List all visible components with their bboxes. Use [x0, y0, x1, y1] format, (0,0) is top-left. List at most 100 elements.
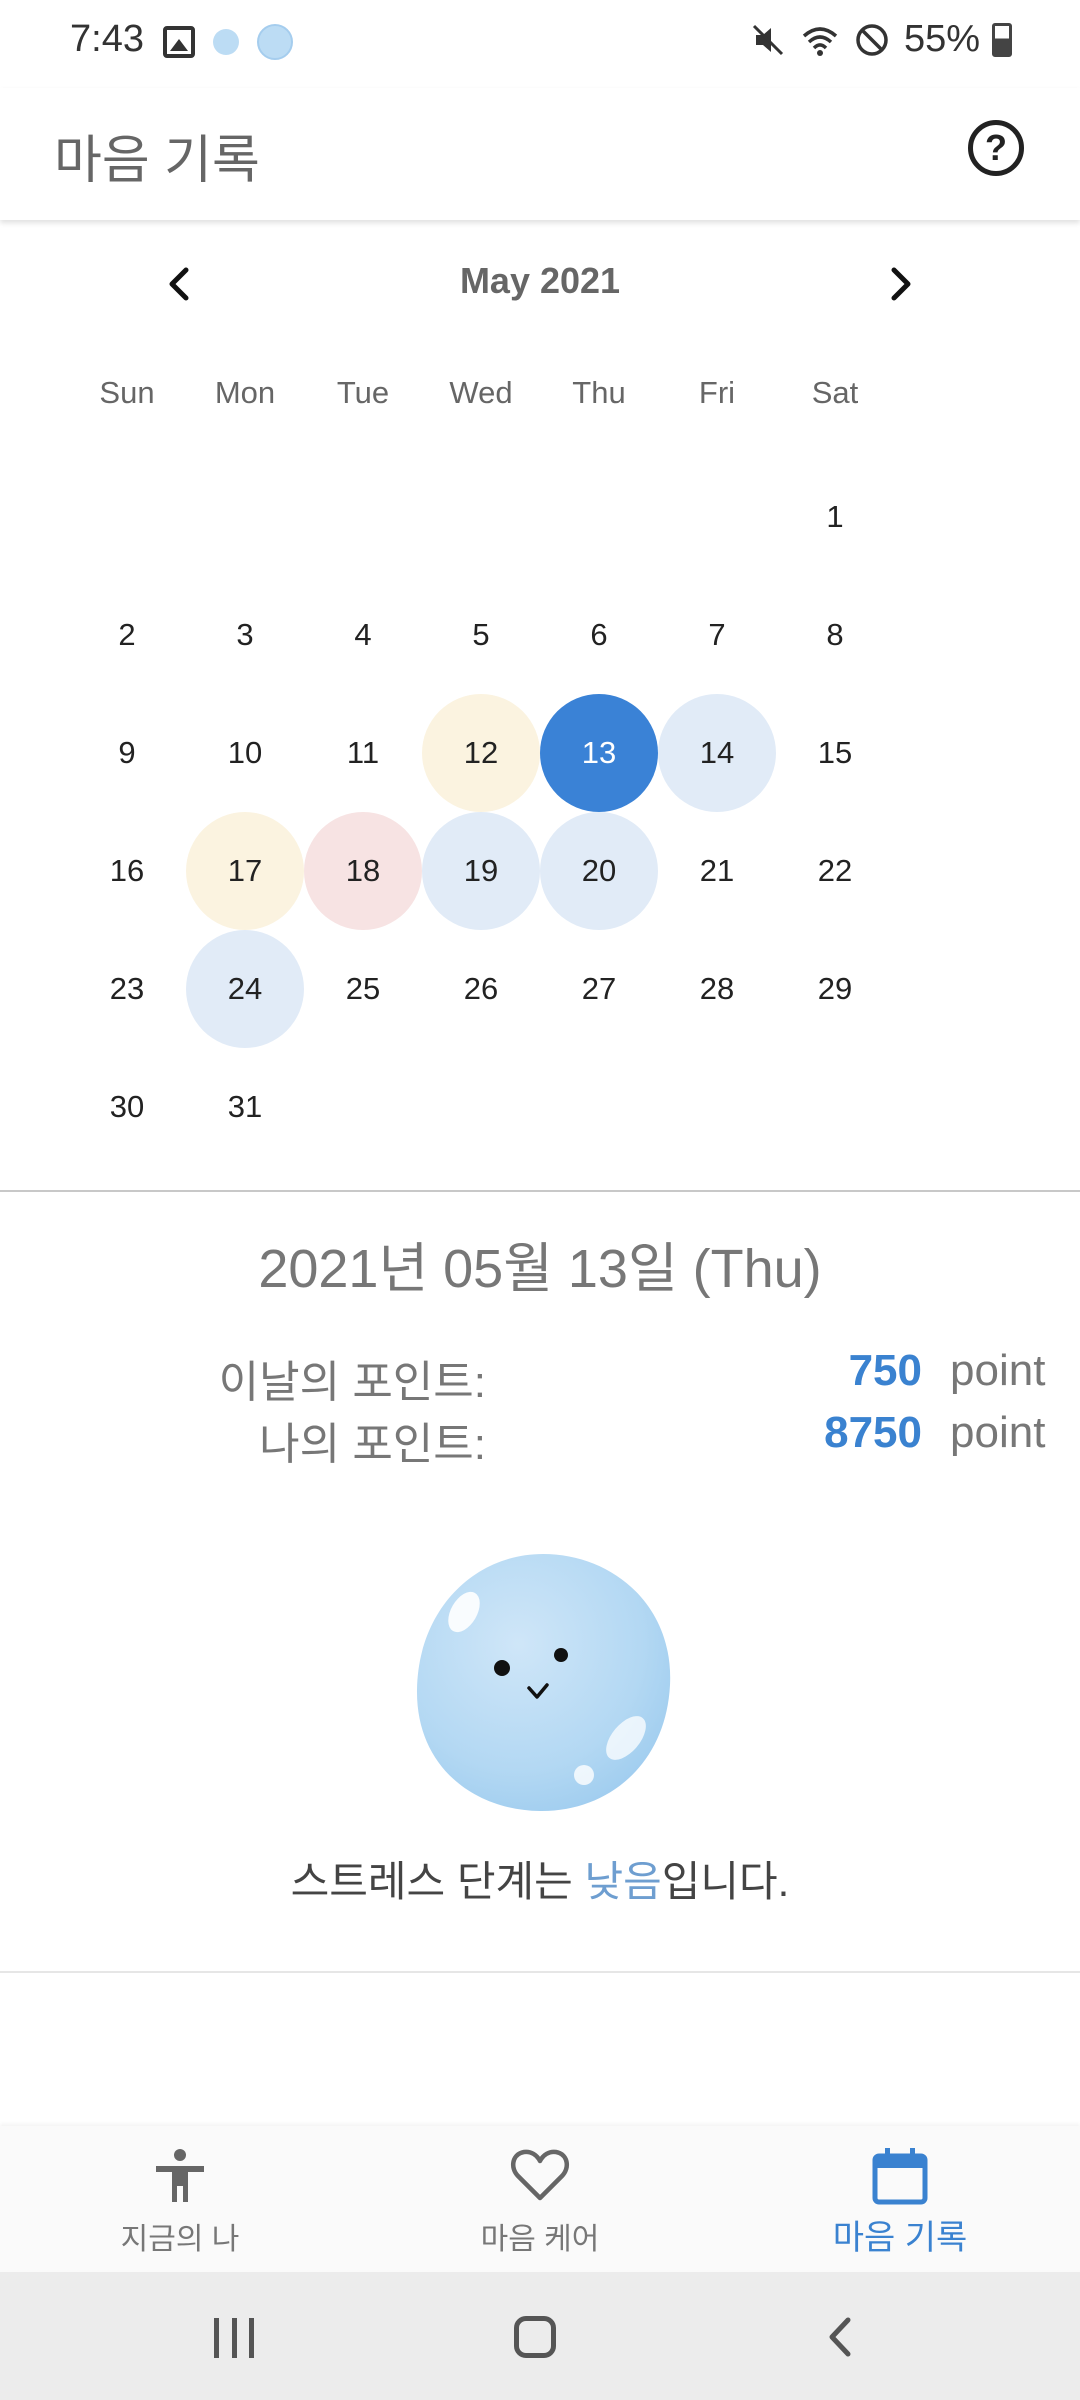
mood-character-icon — [416, 1554, 671, 1812]
help-button[interactable]: ? — [968, 120, 1024, 176]
calendar-day-number: 13 — [581, 735, 617, 770]
back-icon[interactable] — [820, 2314, 860, 2360]
do-not-disturb-icon — [856, 23, 888, 56]
calendar-day-number: 26 — [463, 971, 499, 1006]
calendar-day[interactable]: 21 — [658, 812, 776, 930]
day-points-row: 이날의 포인트: 750 point — [0, 1346, 1080, 1407]
weekday-label: Fri — [698, 375, 736, 410]
calendar-day[interactable]: 2 — [68, 576, 186, 694]
calendar-day-number: 25 — [345, 971, 381, 1006]
calendar-day[interactable]: 17 — [186, 812, 304, 930]
calendar-day[interactable]: 11 — [304, 694, 422, 812]
calendar-day-number: 8 — [826, 617, 844, 652]
divider — [0, 1190, 1080, 1192]
calendar-grid: 1 2 3 4 5 6 7 8 9 10 11 12 13 14 15 16 17 18 19 20 21 22 23 24 2… — [68, 458, 894, 1166]
calendar-day[interactable]: 25 — [304, 930, 422, 1048]
home-icon[interactable] — [514, 2316, 556, 2358]
stress-message: 스트레스 단계는 낮음입니다. — [0, 1848, 1080, 1909]
mute-icon — [752, 24, 783, 55]
calendar-day-number: 24 — [227, 971, 263, 1006]
calendar-empty-cell — [540, 458, 658, 576]
calendar-day[interactable]: 9 — [68, 694, 186, 812]
calendar-day[interactable]: 26 — [422, 930, 540, 1048]
calendar-day[interactable]: 18 — [304, 812, 422, 930]
battery-percent: 55% — [903, 18, 980, 60]
page-title: 마음 기록 — [54, 132, 260, 190]
calendar-month-label: May 2021 — [459, 260, 621, 301]
calendar-week: 16 17 18 19 20 21 22 — [68, 812, 894, 930]
system-status-icons: 55% — [748, 18, 1012, 61]
calendar-day-number: 12 — [463, 735, 499, 770]
calendar-day[interactable]: 4 — [304, 576, 422, 694]
calendar-day[interactable]: 8 — [776, 576, 894, 694]
calendar-empty-cell — [186, 458, 304, 576]
calendar-day[interactable]: 29 — [776, 930, 894, 1048]
bottom-navigation: 지금의 나 마음 케어 마음 기록 — [0, 2126, 1080, 2272]
calendar-day-number: 7 — [708, 617, 726, 652]
calendar-empty-cell — [658, 1048, 776, 1166]
calendar-day[interactable]: 15 — [776, 694, 894, 812]
calendar-day[interactable]: 23 — [68, 930, 186, 1048]
calendar-day-number: 19 — [463, 853, 499, 888]
calendar-day[interactable]: 28 — [658, 930, 776, 1048]
calendar-day-number: 29 — [817, 971, 853, 1006]
calendar-day-number: 10 — [227, 735, 263, 770]
my-points-label: 나의 포인트: — [259, 1420, 486, 1469]
calendar-week: 23 24 25 26 27 28 29 — [68, 930, 894, 1048]
wifi-icon — [802, 26, 838, 56]
selected-date: 2021년 05월 13일 (Thu) — [258, 1239, 822, 1299]
app-notification-icon — [257, 24, 293, 60]
calendar-day[interactable]: 3 — [186, 576, 304, 694]
calendar-day[interactable]: 14 — [658, 694, 776, 812]
calendar-day-number: 17 — [227, 853, 263, 888]
recent-apps-icon[interactable] — [214, 2318, 254, 2358]
calendar-day[interactable]: 13 — [540, 694, 658, 812]
calendar-day-number: 5 — [472, 617, 490, 652]
calendar-day-number: 21 — [699, 853, 735, 888]
nav-label: 마음 기록 — [832, 2219, 968, 2257]
weekday-label: Thu — [572, 375, 626, 410]
calendar-header: May 2021 — [0, 240, 1080, 320]
calendar-week: 30 31 — [68, 1048, 894, 1166]
stress-level: 낮음 — [584, 1858, 662, 1905]
calendar-day[interactable]: 12 — [422, 694, 540, 812]
divider — [0, 1971, 1080, 1973]
weekday-label: Tue — [336, 375, 390, 410]
calendar-day[interactable]: 1 — [776, 458, 894, 576]
calendar-day[interactable]: 5 — [422, 576, 540, 694]
point-unit: point — [950, 1346, 1046, 1395]
calendar-day[interactable]: 27 — [540, 930, 658, 1048]
nav-item-now-me[interactable]: 지금의 나 — [0, 2126, 360, 2272]
calendar-day-number: 16 — [109, 853, 145, 888]
calendar-day-number: 4 — [354, 617, 372, 652]
calendar-day-number: 27 — [581, 971, 617, 1006]
app-notification-icon — [213, 29, 239, 55]
calendar-empty-cell — [540, 1048, 658, 1166]
calendar-day[interactable]: 22 — [776, 812, 894, 930]
calendar-day[interactable]: 7 — [658, 576, 776, 694]
weekday-label: Wed — [449, 375, 513, 410]
calendar-day[interactable]: 19 — [422, 812, 540, 930]
notification-icons — [163, 24, 293, 60]
calendar-day[interactable]: 6 — [540, 576, 658, 694]
chevron-right-icon[interactable] — [870, 254, 930, 314]
calendar-day[interactable]: 31 — [186, 1048, 304, 1166]
calendar-empty-cell — [422, 1048, 540, 1166]
calendar-day[interactable]: 10 — [186, 694, 304, 812]
calendar-day[interactable]: 24 — [186, 930, 304, 1048]
nav-label: 마음 케어 — [480, 2223, 600, 2256]
calendar-day[interactable]: 16 — [68, 812, 186, 930]
calendar-day[interactable]: 30 — [68, 1048, 186, 1166]
calendar-day-number: 23 — [109, 971, 145, 1006]
nav-item-mind-record[interactable]: 마음 기록 — [720, 2126, 1080, 2272]
calendar-empty-cell — [304, 458, 422, 576]
calendar-day[interactable]: 20 — [540, 812, 658, 930]
my-points-row: 나의 포인트: 8750 point — [0, 1408, 1080, 1469]
point-unit: point — [950, 1408, 1046, 1457]
battery-icon — [992, 22, 1012, 57]
app-bar: 마음 기록 ? — [0, 88, 1080, 220]
nav-item-mind-care[interactable]: 마음 케어 — [360, 2126, 720, 2272]
weekday-label: Sat — [811, 375, 859, 410]
status-bar: 7:43 55% — [0, 0, 1080, 88]
chevron-left-icon[interactable] — [150, 254, 210, 314]
